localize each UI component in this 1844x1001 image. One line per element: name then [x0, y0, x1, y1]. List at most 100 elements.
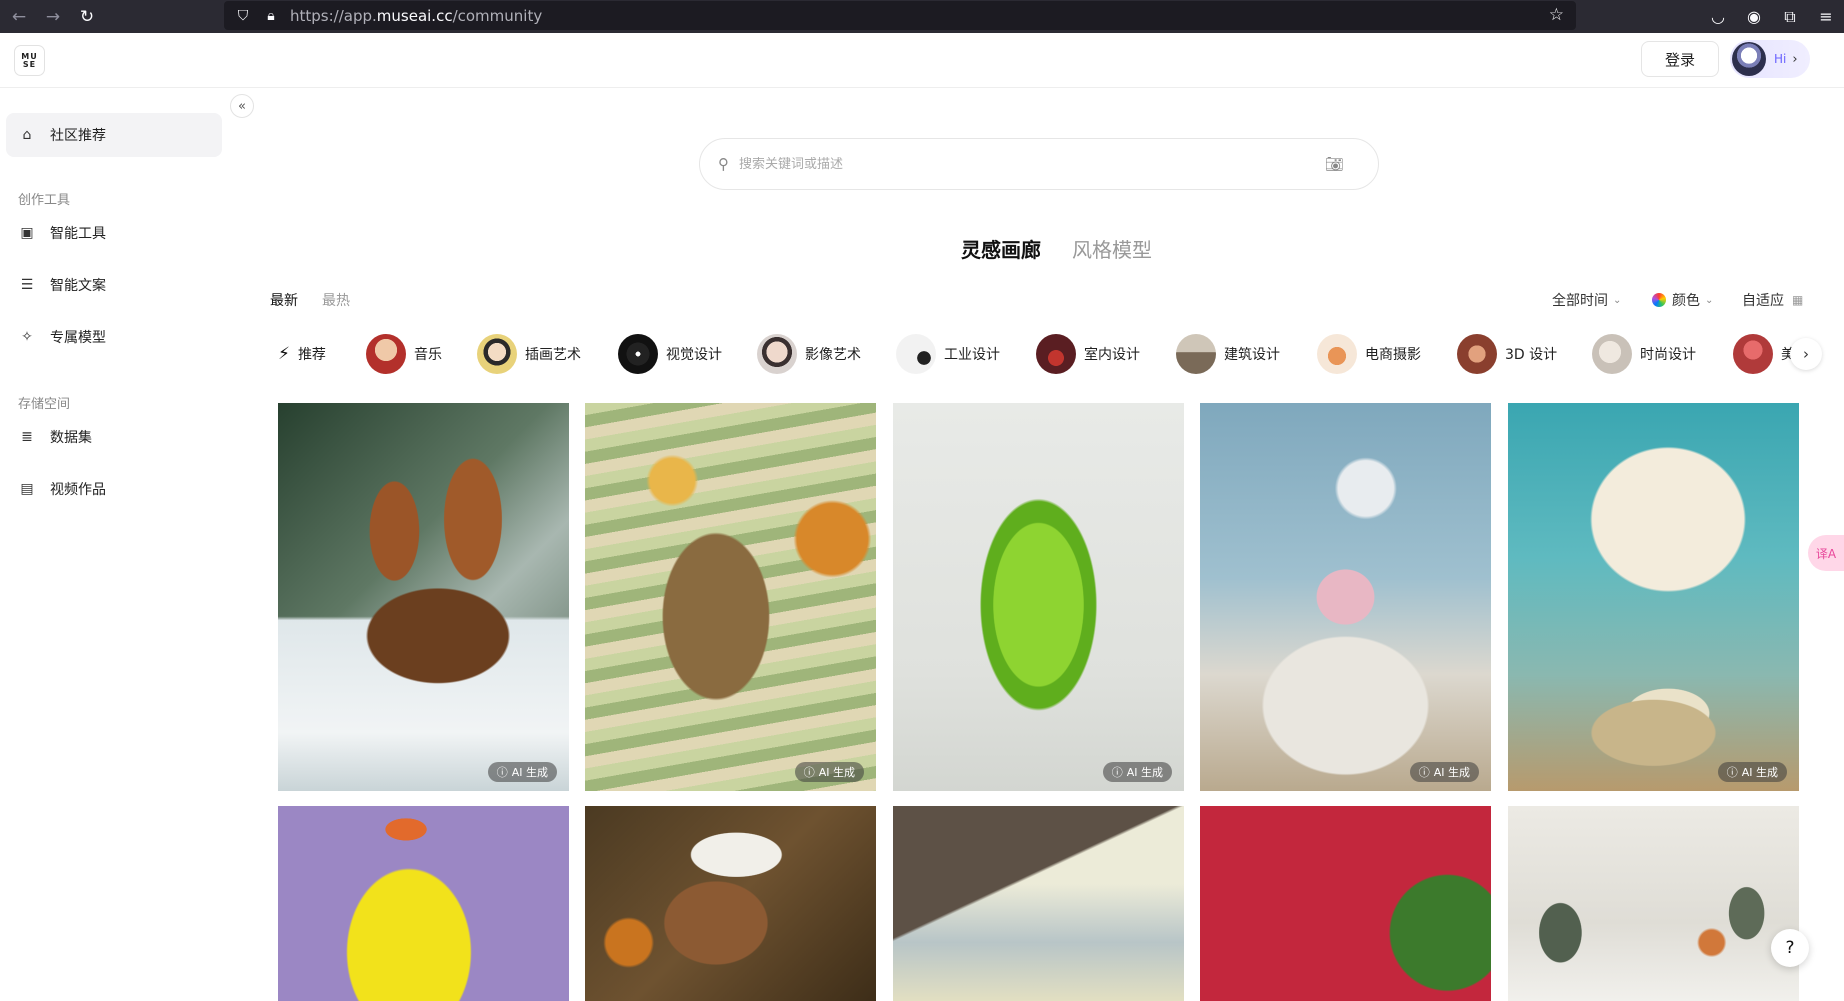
app-header: MU SE 登录 Hi › [0, 33, 1844, 88]
search-box: ⚲ 📷︎ [699, 138, 1379, 190]
category-label: 影像艺术 [805, 347, 861, 363]
home-icon: ⌂ [22, 127, 32, 143]
camera-icon[interactable]: 📷︎ [1325, 155, 1344, 173]
category-thumbnail [477, 334, 517, 374]
gallery-card-cactus-chair[interactable]: ⓘ AI 生成 [893, 403, 1184, 791]
category-label: 室内设计 [1084, 347, 1140, 363]
category-industrial[interactable]: 工业设计 [896, 331, 1000, 377]
forward-icon[interactable]: → [38, 0, 68, 33]
sort-hottest[interactable]: 最热 [322, 290, 350, 310]
hi-label: Hi [1774, 52, 1787, 66]
category-visual-design[interactable]: 视觉设计 [618, 331, 722, 377]
star-icon[interactable]: ☆ [1549, 5, 1564, 25]
category-interior[interactable]: 室内设计 [1036, 331, 1140, 377]
back-icon[interactable]: ← [4, 0, 34, 33]
gallery-card-treehouse[interactable]: ⓘ AI 生成 [278, 403, 569, 791]
badge-label: AI 生成 [818, 766, 855, 779]
account-icon[interactable]: ◉ [1736, 7, 1772, 26]
category-illustration[interactable]: 插画艺术 [477, 331, 581, 377]
time-filter[interactable]: 全部时间 ⌄ [1552, 290, 1621, 310]
gallery-card-teacup[interactable]: ⓘ AI 生成 [1508, 403, 1799, 791]
category-thumbnail [1317, 334, 1357, 374]
pocket-icon[interactable]: ◡ [1700, 7, 1736, 26]
gallery-card-yellow-jacket[interactable] [278, 806, 569, 1001]
logo-text-bottom: SE [22, 59, 37, 69]
category-recommended[interactable]: ⚡︎ 推荐 [278, 331, 326, 377]
gallery-card-wool-hiker[interactable]: ⓘ AI 生成 [585, 403, 876, 791]
category-ecommerce[interactable]: 电商摄影 [1317, 331, 1421, 377]
category-label: 视觉设计 [666, 347, 722, 363]
category-thumbnail [1176, 334, 1216, 374]
assistant-pill[interactable]: Hi › [1730, 40, 1810, 78]
gallery-card-red-leaf[interactable] [1200, 806, 1491, 1001]
color-wheel-icon [1652, 293, 1666, 307]
sidebar-item-label: 智能工具 [50, 226, 106, 242]
url-bar[interactable]: ⛉ 🔒︎ https://app.museai.cc/community ☆ [224, 1, 1576, 30]
category-thumbnail [366, 334, 406, 374]
category-thumbnail [1036, 334, 1076, 374]
category-photography[interactable]: 影像艺术 [757, 331, 861, 377]
gallery-card-perfume[interactable]: ⓘ AI 生成 [1200, 403, 1491, 791]
sidebar-item-custom-models[interactable]: ✧ 专属模型 [6, 315, 222, 359]
category-architecture[interactable]: 建筑设计 [1176, 331, 1280, 377]
category-label: 工业设计 [944, 347, 1000, 363]
gallery-card-snow-forest[interactable] [1508, 806, 1799, 1001]
badge-label: AI 生成 [511, 766, 548, 779]
category-thumbnail [896, 334, 936, 374]
database-icon: ≣ [21, 429, 33, 445]
info-icon: ⓘ [1726, 766, 1738, 779]
info-icon: ⓘ [496, 766, 508, 779]
shield-icon[interactable]: ⛉ [234, 8, 252, 24]
gallery-card-wood-sky[interactable] [893, 806, 1184, 1001]
reload-icon[interactable]: ↻ [72, 0, 102, 33]
category-thumbnail [1592, 334, 1632, 374]
sidebar-item-smart-tools[interactable]: ▣ 智能工具 [6, 211, 222, 255]
badge-label: AI 生成 [1126, 766, 1163, 779]
category-label: 推荐 [297, 347, 326, 363]
info-icon: ⓘ [1418, 766, 1430, 779]
info-icon: ⓘ [803, 766, 815, 779]
category-label: 插画艺术 [525, 347, 581, 363]
muse-logo[interactable]: MU SE [14, 45, 45, 76]
ai-generated-badge: ⓘ AI 生成 [487, 762, 557, 782]
login-button[interactable]: 登录 [1641, 41, 1719, 77]
sidebar-item-videos[interactable]: ▤ 视频作品 [6, 467, 222, 511]
search-input[interactable] [739, 156, 1319, 172]
category-thumbnail [618, 334, 658, 374]
sidebar-item-smart-copy[interactable]: ☰ 智能文案 [6, 263, 222, 307]
ai-generated-badge: ⓘ AI 生成 [794, 762, 864, 782]
sort-latest[interactable]: 最新 [270, 290, 298, 310]
translate-float-button[interactable]: 译A [1808, 535, 1844, 571]
category-next-button[interactable]: › [1790, 338, 1822, 370]
category-thumbnail [1733, 334, 1773, 374]
category-3d-design[interactable]: 3D 设计 [1457, 331, 1557, 377]
category-music[interactable]: 音乐 [366, 331, 442, 377]
lock-icon: 🔒︎ [267, 7, 275, 24]
time-filter-label: 全部时间 [1552, 293, 1608, 309]
sidebar-item-label: 数据集 [50, 430, 92, 446]
category-label: 时尚设计 [1640, 347, 1696, 363]
category-label: 电商摄影 [1365, 347, 1421, 363]
help-button[interactable]: ? [1771, 929, 1809, 967]
menu-icon[interactable]: ≡ [1808, 7, 1844, 26]
gallery-card-squirrel-chef[interactable] [585, 806, 876, 1001]
sidebar-item-community[interactable]: ⌂ 社区推荐 [6, 113, 222, 157]
sidebar-item-label: 视频作品 [50, 482, 106, 498]
url-text[interactable]: https://app.museai.cc/community [290, 7, 542, 25]
tab-style-models[interactable]: 风格模型 [1072, 234, 1152, 263]
ai-generated-badge: ⓘ AI 生成 [1409, 762, 1479, 782]
list-icon: ☰ [20, 277, 34, 293]
category-fashion[interactable]: 时尚设计 [1592, 331, 1696, 377]
ai-generated-badge: ⓘ AI 生成 [1102, 762, 1172, 782]
search-icon: ⚲ [718, 155, 729, 173]
category-beauty[interactable]: 美 [1733, 331, 1795, 377]
layout-filter[interactable]: 自适应 ▦ [1742, 290, 1803, 310]
badge-label: AI 生成 [1741, 766, 1778, 779]
category-thumbnail [757, 334, 797, 374]
sidebar-item-datasets[interactable]: ≣ 数据集 [6, 415, 222, 459]
color-filter[interactable]: 颜色 ⌄ [1652, 290, 1713, 310]
image-icon: ▣ [20, 225, 34, 241]
collapse-sidebar-button[interactable]: « [230, 94, 254, 118]
tab-gallery[interactable]: 灵感画廊 [961, 234, 1041, 263]
extensions-icon[interactable]: ⧉ [1772, 7, 1808, 27]
